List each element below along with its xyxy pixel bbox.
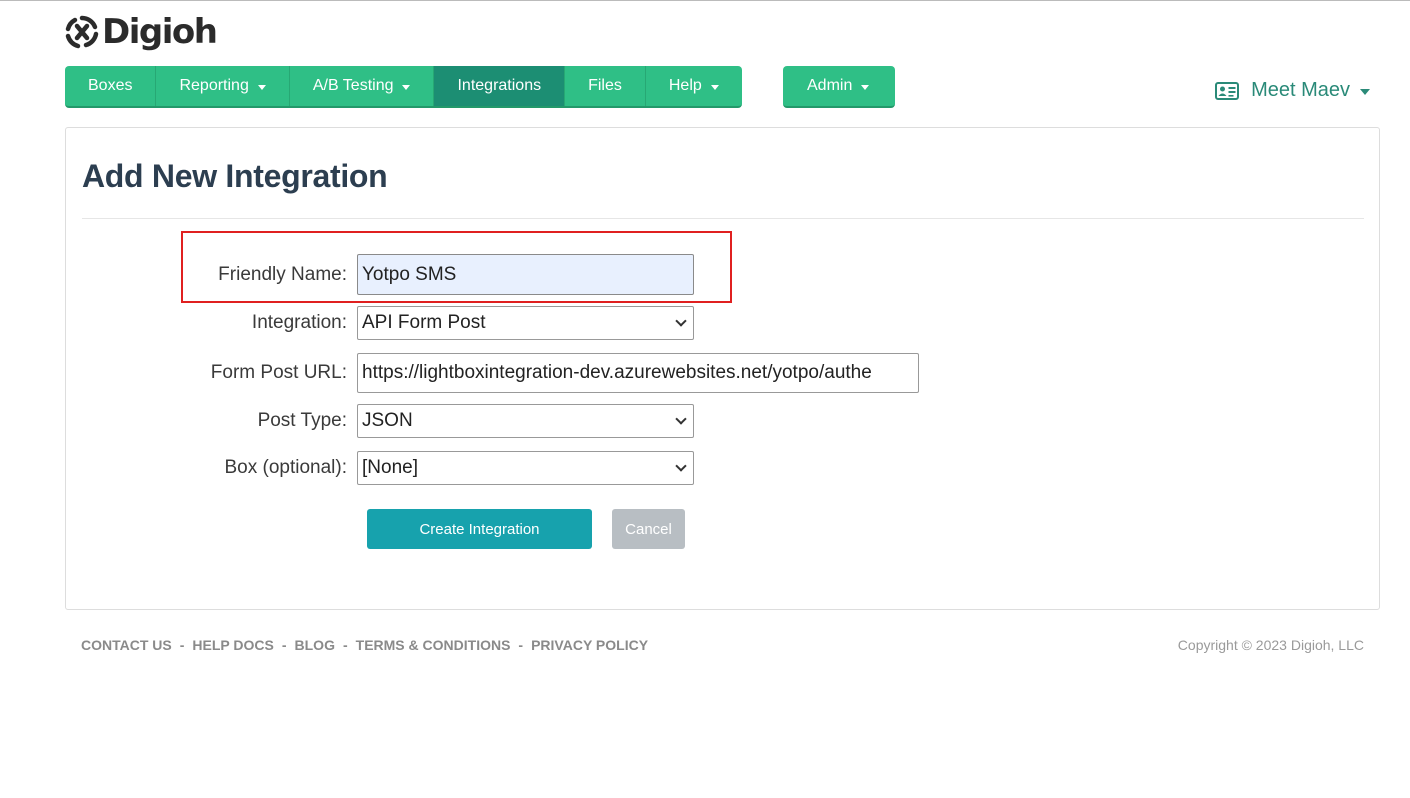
caret-down-icon (257, 84, 266, 90)
page-title: Add New Integration (82, 158, 388, 194)
footer-link-privacy[interactable]: PRIVACY POLICY (531, 637, 648, 653)
copyright: Copyright © 2023 Digioh, LLC (1177, 637, 1364, 653)
admin-nav: Admin (783, 66, 896, 108)
box-value: [None] (362, 457, 418, 478)
box-label: Box (optional): (224, 457, 347, 478)
create-integration-button[interactable]: Create Integration (367, 509, 592, 549)
divider (82, 218, 1364, 219)
digioh-logo-icon (65, 15, 99, 49)
nav-integrations-label: Integrations (457, 77, 542, 94)
logo-text: Digioh (102, 12, 218, 52)
nav-help[interactable]: Help (646, 66, 742, 106)
friendly-name-label: Friendly Name: (218, 263, 347, 285)
user-menu[interactable]: Meet Maev (1215, 79, 1370, 102)
nav-help-label: Help (668, 77, 702, 94)
integration-value: API Form Post (362, 312, 486, 333)
integration-row: Integration: API Form Post (66, 306, 694, 340)
integration-select[interactable]: API Form Post (357, 306, 694, 340)
nav-ab-testing[interactable]: A/B Testing (290, 66, 435, 106)
footer-separator: - (179, 637, 185, 653)
form-post-url-label: Form Post URL: (210, 362, 347, 383)
nav-reporting[interactable]: Reporting (156, 66, 290, 106)
nav-reporting-label: Reporting (179, 77, 249, 94)
footer-link-help-docs[interactable]: HELP DOCS (192, 637, 273, 653)
footer-separator: - (518, 637, 524, 653)
footer-separator: - (281, 637, 287, 653)
nav-admin-label: Admin (807, 77, 853, 94)
friendly-name-input[interactable]: Yotpo SMS (357, 254, 694, 295)
caret-down-icon (710, 84, 719, 90)
footer-link-contact-us[interactable]: CONTACT US (81, 637, 172, 653)
box-row: Box (optional): [None] (66, 451, 694, 485)
friendly-name-row: Friendly Name: Yotpo SMS (66, 254, 694, 295)
digioh-logo[interactable]: Digioh (64, 11, 218, 53)
post-type-value: JSON (362, 410, 413, 431)
nav-ab-testing-label: A/B Testing (312, 77, 394, 94)
main-nav: Boxes Reporting A/B Testing Integrations… (65, 66, 742, 108)
footer-separator: - (342, 637, 348, 653)
nav-files[interactable]: Files (565, 66, 646, 106)
form-post-url-input[interactable]: https://lightboxintegration-dev.azureweb… (357, 353, 919, 393)
post-type-label: Post Type: (257, 410, 347, 431)
footer-link-terms[interactable]: TERMS & CONDITIONS (356, 637, 511, 653)
post-type-select[interactable]: JSON (357, 404, 694, 438)
cancel-button[interactable]: Cancel (612, 509, 685, 549)
integration-label: Integration: (251, 312, 347, 333)
nav-files-label: Files (588, 77, 622, 94)
nav-boxes[interactable]: Boxes (65, 66, 157, 106)
nav-boxes-label: Boxes (88, 77, 133, 94)
add-integration-panel: Add New Integration Friendly Name: Yotpo… (65, 127, 1380, 610)
nav-admin[interactable]: Admin (783, 66, 895, 106)
footer-links: CONTACT US - HELP DOCS - BLOG - TERMS & … (81, 637, 648, 653)
caret-down-icon (402, 84, 411, 90)
chevron-down-icon (675, 315, 687, 327)
caret-down-icon (861, 84, 870, 90)
contact-card-icon (1215, 81, 1240, 100)
chevron-down-icon (675, 413, 687, 425)
chevron-down-icon (675, 460, 687, 472)
post-type-row: Post Type: JSON (66, 404, 694, 438)
footer-link-blog[interactable]: BLOG (295, 637, 335, 653)
form-post-url-row: Form Post URL: https://lightboxintegrati… (66, 353, 919, 393)
friendly-name-value: Yotpo SMS (362, 263, 457, 285)
form-post-url-value: https://lightboxintegration-dev.azureweb… (362, 362, 872, 383)
nav-integrations[interactable]: Integrations (434, 66, 566, 106)
box-select[interactable]: [None] (357, 451, 694, 485)
caret-down-icon (1360, 89, 1370, 95)
user-name: Meet Maev (1251, 79, 1350, 101)
